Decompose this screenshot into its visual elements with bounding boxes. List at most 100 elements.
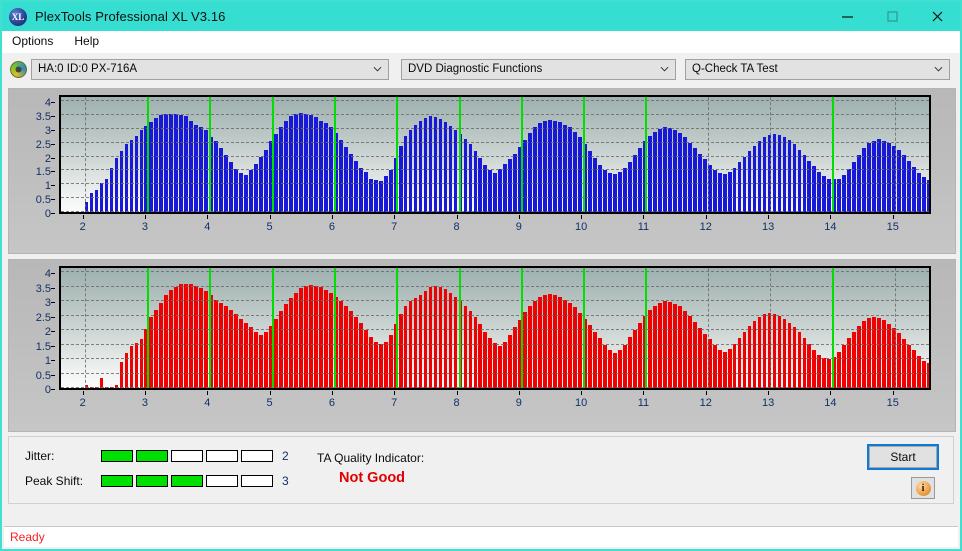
chart-bar: [318, 287, 323, 388]
chart-bar: [817, 354, 822, 388]
chart-bar: [254, 331, 258, 388]
chart-bar: [403, 135, 408, 212]
x-tick-label: 3: [141, 221, 149, 233]
chart-bar: [867, 318, 872, 388]
chart-bar: [842, 174, 847, 212]
chart-bar: [757, 140, 762, 212]
chart-bar: [927, 180, 929, 212]
x-tick-label: 2: [79, 397, 86, 409]
chart-bar: [139, 338, 144, 388]
chart-bar: [687, 315, 692, 388]
maximize-icon[interactable]: [870, 2, 915, 31]
chart-bar: [608, 172, 612, 212]
function-select[interactable]: DVD Diagnostic Functions: [401, 58, 676, 80]
chart-bar: [284, 120, 288, 212]
chart-bar: [154, 117, 159, 212]
chart-bar: [757, 317, 762, 388]
chart-bar: [224, 155, 229, 212]
x-tick-label: 11: [637, 397, 650, 409]
x-tick: [394, 391, 396, 395]
x-tick-label: 6: [328, 221, 335, 233]
chart-bar: [493, 173, 498, 212]
x-tick-label: 8: [453, 221, 460, 233]
chart-bar: [119, 151, 124, 212]
jitter-value: 2: [282, 449, 289, 463]
chart-bar: [353, 317, 358, 388]
chart-bar: [772, 314, 777, 388]
x-tick-label: 8: [453, 397, 460, 409]
y-tick-label: 0.5: [35, 369, 51, 382]
chart-bar: [742, 331, 747, 388]
menu-item-help[interactable]: Help: [71, 33, 107, 50]
peak-shift-segment: [101, 475, 133, 487]
ta-quality-value: Not Good: [339, 470, 406, 486]
x-tick-label: 9: [515, 397, 522, 409]
test-select[interactable]: Q-Check TA Test: [685, 58, 950, 80]
chart-bar: [877, 318, 882, 388]
chart-bar: [229, 162, 234, 212]
position-marker: [146, 268, 149, 388]
chart-bar: [907, 344, 911, 388]
menu-item-options[interactable]: Options: [9, 33, 61, 50]
y-tick-label: 2.5: [35, 311, 51, 324]
chart-bar: [239, 318, 243, 388]
x-tick-label: 7: [391, 397, 398, 409]
minimize-icon[interactable]: [825, 2, 870, 31]
chart-bar: [388, 334, 393, 388]
x-tick-label: 13: [761, 221, 775, 233]
chart-bar: [383, 341, 388, 388]
chart-bar: [623, 344, 627, 388]
chart-bar: [628, 337, 632, 388]
y-tick-label: 0: [44, 384, 51, 396]
y-tick: [51, 389, 55, 390]
chart-bar: [747, 151, 752, 212]
info-button[interactable]: i: [911, 477, 935, 499]
chart-bar: [687, 142, 692, 212]
peak-shift-segment: [241, 475, 273, 487]
y-tick-label: 0.5: [35, 194, 51, 207]
chart-bar: [812, 349, 817, 388]
chart-bar: [633, 330, 637, 388]
chart-bar: [478, 324, 483, 388]
close-icon[interactable]: [915, 2, 960, 31]
jitter-segment: [171, 450, 203, 462]
chart-bar: [114, 385, 119, 388]
chart-bar: [244, 174, 248, 212]
x-tick: [82, 391, 84, 395]
x-tick-label: 15: [886, 221, 899, 233]
chart-bar: [722, 351, 727, 388]
chart-bar: [224, 305, 229, 388]
chart-bar: [558, 121, 563, 212]
chart-bar: [787, 139, 792, 212]
chart-bar: [174, 114, 179, 212]
chart-bar: [777, 134, 782, 212]
x-tick: [269, 391, 271, 395]
chart-bar: [662, 127, 667, 212]
chart-bar: [528, 133, 533, 212]
chart-bar: [657, 302, 662, 388]
chart-bar: [887, 323, 892, 388]
chart-bar: [917, 172, 921, 212]
chart-bar: [323, 123, 328, 212]
chart-bar: [493, 343, 498, 388]
chart-bar: [119, 361, 124, 388]
chart-bar: [438, 119, 443, 212]
start-button[interactable]: Start: [869, 446, 937, 468]
chart-bar: [214, 141, 219, 212]
drive-select[interactable]: HA:0 ID:0 PX-716A: [31, 58, 389, 80]
chart-bar: [438, 286, 443, 388]
chart-bar: [463, 305, 468, 388]
chart-bar: [792, 327, 797, 388]
y-tick: [51, 116, 55, 118]
chart-bar: [378, 344, 383, 388]
chart-bar: [593, 331, 597, 388]
chart-bar: [787, 322, 792, 388]
chart-bar: [697, 153, 702, 212]
chart-bar: [652, 305, 657, 388]
chart-bar: [503, 163, 508, 212]
chart-bar: [418, 295, 423, 388]
chart-bar: [578, 137, 582, 212]
y-tick: [51, 102, 55, 104]
chart-bar: [194, 286, 199, 388]
y-axis-top: 0 0.5 1 1.5 2 2.5 3 3.5 4: [9, 95, 55, 220]
